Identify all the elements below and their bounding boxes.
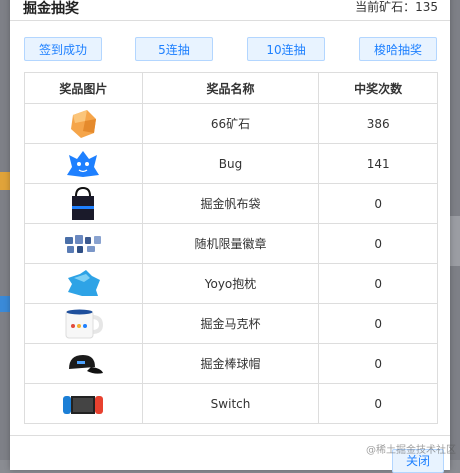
prize-count: 0 bbox=[318, 343, 438, 384]
prize-name: 随机限量徽章 bbox=[141, 223, 320, 264]
background-accent bbox=[0, 296, 10, 312]
bug-icon bbox=[67, 150, 100, 177]
prize-name: 掘金马克杯 bbox=[141, 303, 320, 344]
table-row: 掘金马克杯 0 bbox=[24, 303, 438, 344]
yoyo-pillow-icon bbox=[68, 269, 101, 296]
prize-table: 奖品图片 奖品名称 中奖次数 66矿石 386 Bug 141 掘金帆布袋 0 … bbox=[24, 72, 438, 424]
prize-image-cell bbox=[24, 223, 143, 264]
prize-name: 掘金帆布袋 bbox=[141, 183, 320, 224]
prize-image-cell bbox=[24, 263, 143, 304]
prize-count: 141 bbox=[318, 143, 438, 184]
switch-icon bbox=[63, 395, 104, 414]
table-row: 掘金帆布袋 0 bbox=[24, 183, 438, 224]
table-row: 随机限量徽章 0 bbox=[24, 223, 438, 264]
draw-5-button[interactable]: 5连抽 bbox=[135, 37, 213, 61]
prize-count: 0 bbox=[318, 223, 438, 264]
prize-image-cell bbox=[24, 343, 143, 384]
prize-name: Bug bbox=[141, 143, 320, 184]
background-accent bbox=[0, 172, 10, 190]
ore-balance: 当前矿石：135 bbox=[355, 0, 438, 14]
header-win-count: 中奖次数 bbox=[318, 72, 438, 104]
table-header-row: 奖品图片 奖品名称 中奖次数 bbox=[24, 72, 438, 104]
prize-count: 0 bbox=[318, 383, 438, 424]
prize-name: Switch bbox=[141, 383, 320, 424]
prize-count: 0 bbox=[318, 183, 438, 224]
prize-count: 0 bbox=[318, 263, 438, 304]
prize-image-cell bbox=[24, 383, 143, 424]
action-buttons: 签到成功 5连抽 10连抽 梭哈抽奖 bbox=[24, 37, 438, 63]
header-prize-image: 奖品图片 bbox=[24, 72, 143, 104]
draw-all-button[interactable]: 梭哈抽奖 bbox=[359, 37, 437, 61]
prize-count: 386 bbox=[318, 103, 438, 144]
footer-divider bbox=[10, 435, 450, 436]
dialog-header: 掘金抽奖 当前矿石：135 bbox=[10, 0, 450, 21]
prize-name: 66矿石 bbox=[141, 103, 320, 144]
table-row: 掘金棒球帽 0 bbox=[24, 343, 438, 384]
prize-image-cell bbox=[24, 183, 143, 224]
checkin-button[interactable]: 签到成功 bbox=[24, 37, 102, 61]
mug-icon bbox=[65, 309, 104, 338]
tote-bag-icon bbox=[72, 186, 95, 220]
orange-ore-icon bbox=[71, 109, 97, 138]
header-prize-name: 奖品名称 bbox=[141, 72, 320, 104]
prize-name: Yoyo抱枕 bbox=[141, 263, 320, 304]
watermark: @稀土掘金技术社区 bbox=[366, 445, 456, 456]
draw-10-button[interactable]: 10连抽 bbox=[247, 37, 325, 61]
prize-image-cell bbox=[24, 303, 143, 344]
table-row: Bug 141 bbox=[24, 143, 438, 184]
table-row: Yoyo抱枕 0 bbox=[24, 263, 438, 304]
cap-icon bbox=[69, 354, 104, 374]
prize-image-cell bbox=[24, 143, 143, 184]
background-page-left bbox=[0, 0, 10, 460]
table-row: Switch 0 bbox=[24, 383, 438, 424]
prize-name: 掘金棒球帽 bbox=[141, 343, 320, 384]
dialog-title: 掘金抽奖 bbox=[23, 1, 79, 17]
prize-count: 0 bbox=[318, 303, 438, 344]
badges-icon bbox=[65, 234, 102, 253]
table-row: 66矿石 386 bbox=[24, 103, 438, 144]
lottery-dialog: 掘金抽奖 当前矿石：135 签到成功 5连抽 10连抽 梭哈抽奖 奖品图片 奖品… bbox=[10, 0, 450, 473]
prize-image-cell bbox=[24, 103, 143, 144]
